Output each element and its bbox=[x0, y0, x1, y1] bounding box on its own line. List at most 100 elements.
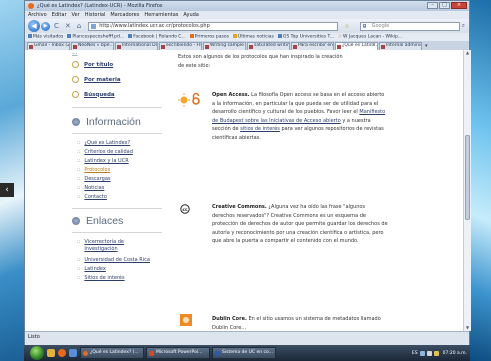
creative-commons-paragraph: Creative Commons. ¿Alguna vez ha oído la… bbox=[212, 203, 388, 246]
menu-historial[interactable]: Historial bbox=[85, 12, 106, 18]
sidebar-item-busqueda[interactable]: Búsqueda bbox=[72, 91, 115, 98]
tab[interactable]: Gmail - Inbox (25)... bbox=[27, 42, 70, 50]
sidebar-info-link[interactable]: :: Descargas bbox=[77, 176, 111, 183]
bookmark-item[interactable]: Últimas noticias bbox=[232, 34, 274, 40]
vertical-scrollbar[interactable]: ▲ ▼ bbox=[463, 50, 471, 331]
sidebar-link[interactable]: … bbox=[72, 50, 78, 56]
link[interactable]: Latindex y la UCR bbox=[84, 158, 128, 165]
sidebar-ext-link[interactable]: :: Sitios de interés bbox=[77, 275, 125, 282]
link[interactable]: Sitios de interés bbox=[84, 275, 124, 282]
link[interactable]: Descargas bbox=[84, 176, 110, 183]
bookmark-item[interactable]: Más visitados bbox=[28, 34, 63, 40]
language-indicator[interactable]: ES bbox=[412, 351, 418, 356]
tab[interactable]: Writing sample (... bbox=[203, 42, 246, 50]
forward-button[interactable]: ▶ bbox=[41, 21, 50, 31]
reload-icon[interactable]: C bbox=[54, 22, 59, 30]
navigation-toolbar: ◀ ▶ C ✕ ⌂ http://www.latindex.ucr.ac.cr/… bbox=[25, 19, 469, 33]
link[interactable]: Protocolos bbox=[84, 167, 110, 174]
sidebar-item-por-titulo[interactable]: Por título bbox=[72, 61, 113, 68]
divider bbox=[72, 232, 162, 233]
facebook-icon bbox=[128, 34, 133, 39]
sidebar-item-por-materia[interactable]: Por materia bbox=[72, 76, 121, 83]
back-button[interactable]: ◀ bbox=[28, 20, 40, 32]
taskbar-task-powerpoint[interactable]: Microsoft PowerPoi... bbox=[146, 347, 210, 359]
creative-commons-icon: cc bbox=[180, 204, 190, 214]
taskbar-task-firefox[interactable]: ¿Qué es Latindex? (... bbox=[80, 347, 144, 359]
bookmark-item[interactable]: Primeros pasos bbox=[189, 34, 229, 40]
maximize-button[interactable]: □ bbox=[439, 2, 450, 9]
quicklaunch-firefox-icon[interactable] bbox=[58, 349, 66, 357]
divider bbox=[72, 107, 162, 108]
sidebar-info-link[interactable]: :: Contacto bbox=[77, 194, 107, 201]
menu-editar[interactable]: Editar bbox=[52, 12, 67, 18]
tab[interactable]: Para escribir en Fli... bbox=[291, 42, 334, 50]
menu-ayuda[interactable]: Ayuda bbox=[183, 12, 198, 18]
bookmark-item[interactable]: W Jacques Lacan - Wikip... bbox=[338, 34, 402, 40]
home-icon[interactable]: ⌂ bbox=[77, 22, 81, 30]
flag-icon[interactable] bbox=[433, 350, 439, 356]
sidebar-item-partial[interactable]: … bbox=[72, 50, 78, 56]
network-icon[interactable] bbox=[419, 350, 425, 356]
bookmark-item[interactable]: GS Top Universities T... bbox=[277, 34, 334, 40]
bookmarks-toolbar: Más visitados Plancespecoshefff.pd... Fa… bbox=[25, 33, 469, 41]
menu-marcadores[interactable]: Marcadores bbox=[110, 12, 139, 18]
scrollbar-thumb[interactable] bbox=[465, 135, 470, 220]
quicklaunch-explorer-icon[interactable] bbox=[47, 349, 55, 357]
sidebar-heading-enlaces: Enlaces bbox=[72, 215, 123, 227]
desktop-collapse-arrow-icon[interactable]: ‹ bbox=[0, 183, 14, 197]
menu-ver[interactable]: Ver bbox=[72, 12, 80, 18]
search-icon[interactable]: ⌕ bbox=[462, 22, 465, 30]
menu-bar: Archivo Editar Ver Historial Marcadores … bbox=[25, 11, 469, 19]
scroll-up-icon[interactable]: ▲ bbox=[464, 50, 471, 56]
sidebar-info-link[interactable]: :: ¿Qué es Latindex? bbox=[77, 140, 130, 147]
tab-active[interactable]: ¿Qué es Latin... bbox=[335, 42, 378, 50]
main-column: Estos son algunos de los protocolos que … bbox=[178, 50, 388, 331]
window-title: ¿Qué es Latindex? (Latindex-UCR) - Mozil… bbox=[37, 3, 163, 9]
svg-text:cc: cc bbox=[182, 208, 188, 213]
rss-icon bbox=[232, 34, 237, 39]
menu-herramientas[interactable]: Herramientas bbox=[144, 12, 178, 18]
tab[interactable]: Internal administr... bbox=[379, 42, 422, 50]
url-input[interactable]: http://www.latindex.ucr.ac.cr/protocolos… bbox=[88, 21, 339, 31]
link[interactable]: Noticias bbox=[84, 185, 104, 192]
tab[interactable]: NeoNes » bpe... bbox=[71, 42, 114, 50]
sidebar-info-link[interactable]: :: Noticias bbox=[77, 185, 104, 192]
desktop-wallpaper-left bbox=[0, 0, 24, 361]
sidebar-info-link[interactable]: :: Criterios de calidad bbox=[77, 149, 133, 156]
link[interactable]: Contacto bbox=[84, 194, 107, 201]
sidebar-info-link-active[interactable]: :: Protocolos bbox=[77, 167, 110, 174]
divider bbox=[72, 133, 162, 134]
volume-icon[interactable] bbox=[426, 350, 432, 356]
sidebar-heading-informacion: Información bbox=[72, 116, 141, 128]
menu-archivo[interactable]: Archivo bbox=[28, 12, 47, 18]
clock[interactable]: 07:20 a.m. bbox=[443, 351, 467, 356]
sidebar-link[interactable]: Por materia bbox=[84, 77, 121, 83]
taskbar-task-word[interactable]: Sistema de UC en co... bbox=[212, 347, 276, 359]
sidebar-ext-link[interactable]: :: Universidad de Costa Rica bbox=[77, 257, 150, 264]
quicklaunch-media-icon[interactable] bbox=[69, 349, 77, 357]
stop-icon[interactable]: ✕ bbox=[65, 22, 71, 30]
minimize-button[interactable]: – bbox=[427, 2, 438, 9]
sidebar-ext-link[interactable]: :: Vicerrectoría de Investigación bbox=[77, 239, 157, 253]
search-input[interactable]: Google bbox=[359, 21, 460, 31]
sidebar-ext-link[interactable]: :: Latindex bbox=[77, 266, 106, 273]
title-bar[interactable]: ¿Qué es Latindex? (Latindex-UCR) - Mozil… bbox=[25, 1, 469, 11]
tab[interactable]: International Dive... bbox=[115, 42, 158, 50]
close-button[interactable]: × bbox=[451, 2, 467, 9]
sidebar-info-link[interactable]: :: Latindex y la UCR bbox=[77, 158, 129, 165]
tab[interactable]: escribiendo - Flu... bbox=[159, 42, 202, 50]
tab-list-icon[interactable]: ▾ bbox=[425, 42, 428, 50]
link[interactable]: Vicerrectoría de Investigación bbox=[84, 239, 157, 253]
sidebar-link[interactable]: Búsqueda bbox=[84, 92, 115, 98]
start-button[interactable] bbox=[30, 346, 44, 360]
tab[interactable]: saturated writing... bbox=[247, 42, 290, 50]
link[interactable]: Latindex bbox=[84, 266, 106, 273]
bookmark-star-icon[interactable]: ☆ bbox=[344, 23, 349, 30]
bookmark-item[interactable]: Facebook | Rolando C... bbox=[128, 34, 186, 40]
sitios-de-interes-link[interactable]: sitios de interés bbox=[240, 126, 280, 132]
bookmark-item[interactable]: Plancespecoshefff.pd... bbox=[67, 34, 124, 40]
link[interactable]: Criterios de calidad bbox=[84, 149, 133, 156]
link[interactable]: ¿Qué es Latindex? bbox=[84, 140, 130, 147]
sidebar-link[interactable]: Por título bbox=[84, 62, 113, 68]
link[interactable]: Universidad de Costa Rica bbox=[84, 257, 150, 264]
